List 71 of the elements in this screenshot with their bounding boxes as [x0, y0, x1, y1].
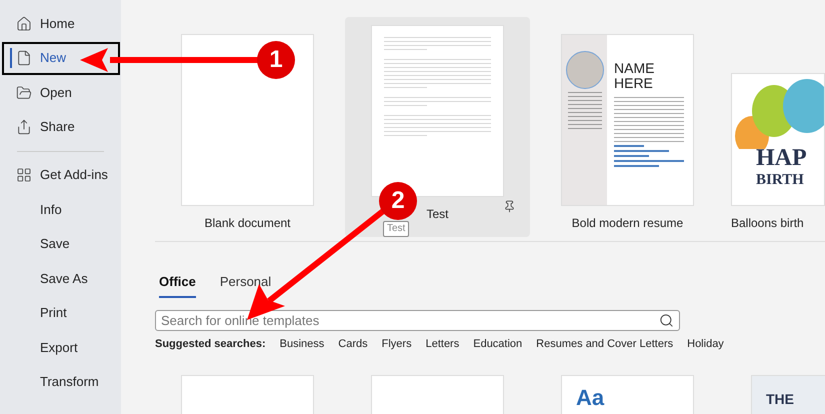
suggested-search-link[interactable]: Education	[473, 336, 522, 352]
document-icon	[16, 50, 32, 66]
suggested-search-link[interactable]: Letters	[426, 336, 460, 352]
sidebar-item[interactable]: Get Add-ins	[2, 158, 120, 192]
sidebar-item[interactable]: Print	[2, 296, 120, 330]
text-line-drawing	[568, 92, 602, 93]
sidebar-item[interactable]: Save	[2, 228, 120, 260]
suggested-search-link[interactable]: Flyers	[382, 336, 412, 352]
search-icon[interactable]	[659, 312, 674, 328]
text-line-drawing	[614, 129, 684, 130]
text-line-drawing	[568, 96, 602, 97]
text-line-drawing	[568, 112, 602, 113]
card-title: HAP	[756, 145, 807, 171]
text-line-drawing	[384, 135, 427, 136]
template-label: Test	[426, 206, 448, 223]
text-line-drawing	[614, 121, 684, 122]
text-line-drawing	[568, 100, 602, 101]
resume-page[interactable]: NAME HERE	[561, 34, 694, 206]
folder-icon	[16, 84, 32, 100]
template-label: Bold modern resume	[572, 215, 684, 232]
blank-page[interactable]	[181, 34, 314, 206]
photo-placeholder	[566, 51, 604, 89]
home-icon	[16, 16, 32, 32]
text-line-drawing	[614, 105, 684, 106]
sidebar-item[interactable]: Export	[2, 331, 120, 364]
text-line-drawing	[568, 124, 602, 125]
tab[interactable]: Office	[159, 272, 196, 298]
sidebar-item[interactable]: Open	[2, 76, 120, 109]
text-line-drawing	[568, 108, 602, 109]
suggested-search-link[interactable]: Resumes and Cover Letters	[536, 336, 674, 352]
tab[interactable]: Personal	[220, 272, 272, 298]
resume-name: NAME	[614, 61, 656, 76]
text-line-drawing	[614, 101, 684, 102]
template-page[interactable]: THE	[751, 374, 825, 414]
text-line-drawing	[614, 133, 684, 134]
template-label: Blank document	[204, 215, 291, 232]
suggested-label: Suggested searches:	[155, 337, 266, 352]
text-line-drawing	[568, 128, 602, 129]
template-preview-text: Aa	[576, 384, 604, 410]
text-line-drawing	[384, 49, 427, 50]
sidebar-item[interactable]: Home	[2, 7, 120, 40]
text-line-drawing	[614, 141, 684, 142]
suggested-search-link[interactable]: Business	[280, 336, 324, 352]
sidebar-item[interactable]: Save As	[2, 262, 120, 295]
text-line-drawing	[614, 109, 684, 110]
card-title: BIRTH	[756, 171, 804, 189]
birthday-card[interactable]: HAP BIRTH	[731, 73, 825, 206]
text-line-drawing	[384, 87, 427, 88]
pin-icon[interactable]	[503, 200, 516, 213]
text-line-drawing	[614, 113, 684, 114]
text-line-drawing	[614, 125, 684, 126]
tooltip: Test	[383, 221, 410, 237]
sidebar-item[interactable]: Transform	[2, 366, 120, 398]
text-line-drawing	[568, 116, 602, 117]
grid-icon	[16, 167, 32, 183]
resume-name: HERE	[614, 76, 654, 91]
text-line-drawing	[614, 117, 684, 118]
suggested-search-link[interactable]: Cards	[338, 336, 368, 352]
sidebar-item[interactable]: Share	[2, 110, 120, 144]
text-line-drawing	[568, 104, 602, 105]
template-preview-text: THE	[766, 390, 794, 406]
template-label: Balloons birth	[731, 215, 804, 232]
text-line-drawing	[384, 105, 427, 106]
template-page[interactable]: Aa	[561, 374, 694, 414]
suggested-search-link[interactable]: Holiday	[687, 336, 724, 352]
share-icon	[16, 119, 32, 135]
sidebar-item[interactable]: New	[2, 42, 120, 74]
text-line-drawing	[614, 137, 684, 138]
sidebar-item[interactable]: Info	[2, 193, 120, 226]
text-line-drawing	[614, 97, 684, 98]
text-line-drawing	[568, 120, 602, 121]
